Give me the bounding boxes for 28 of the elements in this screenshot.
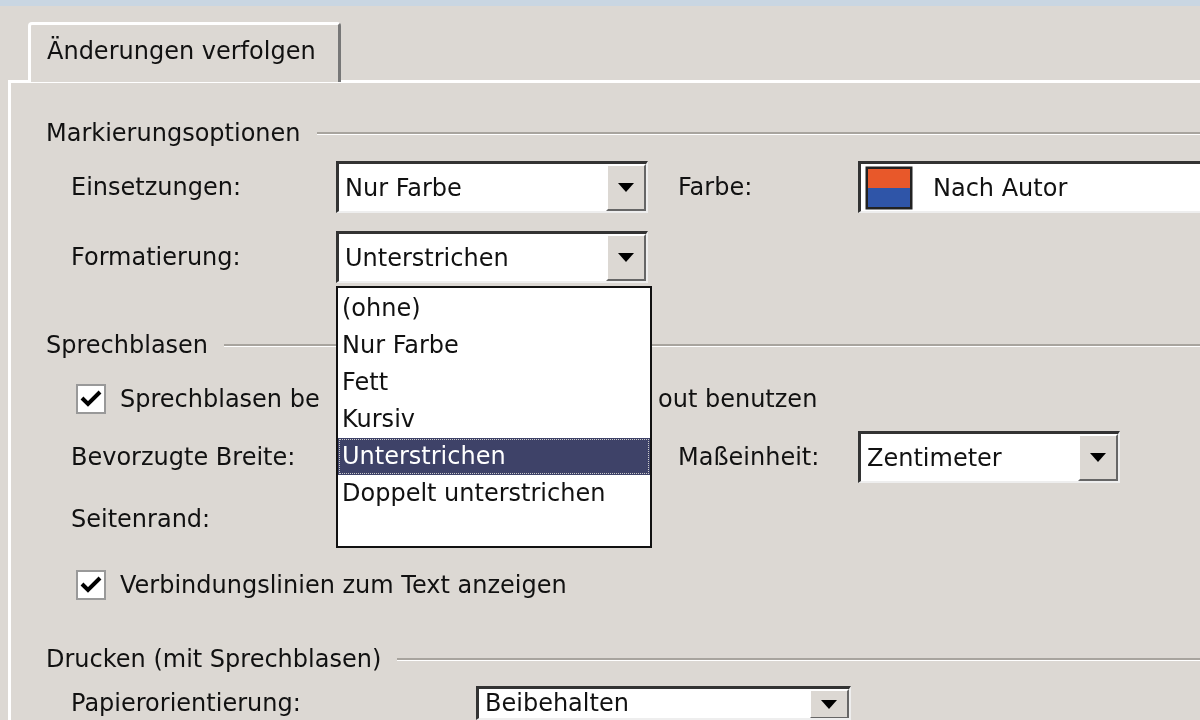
field-label: Papierorientierung: xyxy=(71,689,302,717)
field-label: Farbe: xyxy=(678,173,754,201)
orientation-dropdown[interactable]: Beibehalten xyxy=(476,686,851,720)
unit-dropdown[interactable]: Zentimeter xyxy=(858,431,1120,483)
color-swatch-icon xyxy=(865,165,913,210)
dropdown-option[interactable]: Doppelt unterstrichen xyxy=(338,475,650,512)
checkbox[interactable] xyxy=(76,384,106,414)
section-title: Sprechblasen xyxy=(46,331,209,359)
tab[interactable]: Änderungen verfolgen xyxy=(28,22,341,82)
section-title: Drucken (mit Sprechblasen) xyxy=(46,645,382,673)
checkbox-label: Verbindungslinien zum Text anzeigen xyxy=(120,571,567,599)
field-label: Seitenrand: xyxy=(71,505,212,533)
dropdown-option[interactable]: Nur Farbe xyxy=(338,327,650,364)
field-label: Maßeinheit: xyxy=(678,443,821,471)
field-label: Formatierung: xyxy=(71,243,242,271)
checkbox-label: Sprechblasen be xyxy=(120,385,321,413)
color-dropdown[interactable]: Nach Autor xyxy=(858,161,1200,213)
dropdown-option[interactable]: Unterstrichen xyxy=(338,438,650,475)
insertions-dropdown[interactable]: Nur Farbe xyxy=(336,161,648,213)
formatting-dropdown[interactable]: Unterstrichen xyxy=(336,231,648,283)
checkbox[interactable] xyxy=(76,570,106,600)
field-label: Bevorzugte Breite: xyxy=(71,443,297,471)
section-title: Markierungsoptionen xyxy=(46,119,301,147)
checkbox-label: out benutzen xyxy=(658,385,818,413)
dropdown-option[interactable]: (ohne) xyxy=(338,290,650,327)
field-label: Einsetzungen: xyxy=(71,173,243,201)
dropdown-option[interactable]: Fett xyxy=(338,364,650,401)
dropdown-option[interactable]: Kursiv xyxy=(338,401,650,438)
